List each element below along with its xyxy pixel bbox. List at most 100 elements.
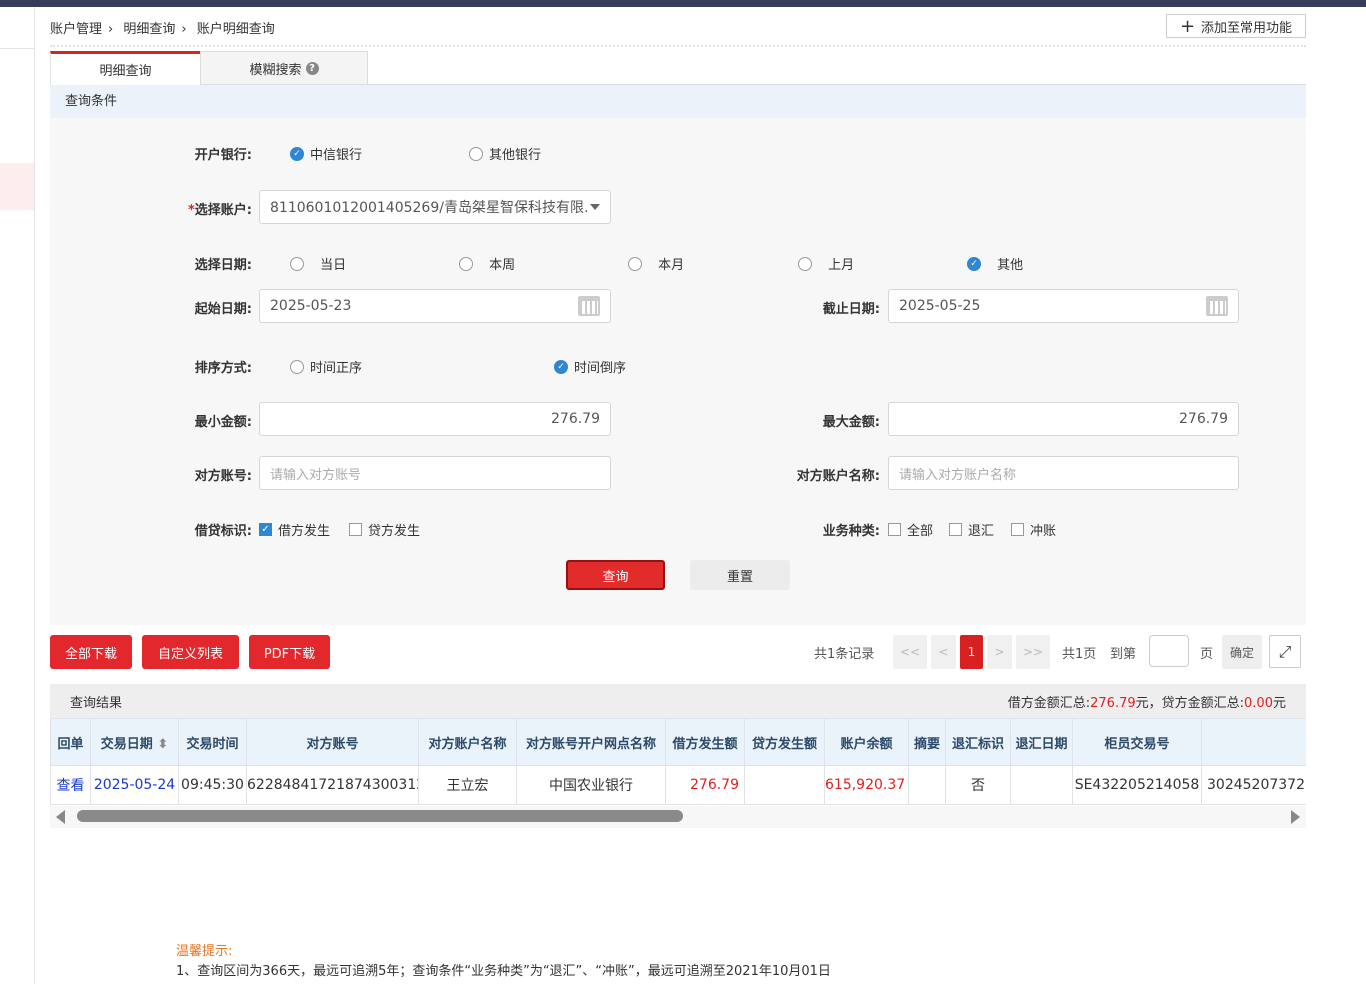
cell-cp-account: 6228484172187430031​2 [246,765,419,805]
cell-date[interactable]: 2025-05-24 [90,765,179,805]
cell-credit [744,765,825,805]
checkbox-debit[interactable]: ✓ 借方发生 [259,520,330,539]
scroll-left-icon [56,810,65,824]
breadcrumb-item[interactable]: 明细查询 [123,22,175,37]
download-all-button[interactable]: 全部下载 [50,635,132,669]
cp-name-label: 对方账户名称: [796,469,880,484]
date-label: 选择日期: [194,258,252,273]
top-bar [0,0,1366,7]
add-favorite-button[interactable]: + 添加至常用功能 [1166,14,1306,38]
sidebar [0,7,35,984]
account-select[interactable]: 8110601012001405269/青岛桀星智保科技有限... [259,190,611,224]
page-count: 共1页 [1062,646,1097,662]
query-button[interactable]: 查询 [566,560,665,590]
bank-label: 开户银行: [194,148,252,163]
start-date-input[interactable]: 2025-05-23 [259,289,611,323]
end-date-label: 截止日期: [822,302,880,317]
end-date-input[interactable]: 2025-05-25 [888,289,1239,323]
page-1-button[interactable]: 1 [960,635,983,669]
col-teller-no: 柜员交易号 [1072,718,1202,766]
dc-label: 借贷标识: [194,524,252,539]
checkbox-refund[interactable]: 退汇 [949,520,994,539]
scroll-right-icon [1291,810,1300,824]
col-extra [1201,718,1306,766]
max-amount-input[interactable]: 276.79 [888,402,1239,436]
goto-page-input[interactable] [1149,635,1189,667]
help-icon[interactable]: ? [305,61,319,75]
col-cp-account: 对方账号 [246,718,419,766]
radio-month[interactable]: 本月 [628,254,684,273]
results-header: 查询结果 借方金额汇总:276.79元，贷方金额汇总:0.00元 [50,684,1306,718]
col-time: 交易时间 [178,718,247,766]
breadcrumb-item[interactable]: 账户管理 [50,22,102,37]
last-page-button[interactable]: >> [1016,635,1050,669]
biz-type-label: 业务种类: [822,524,880,539]
breadcrumb-item: 账户明细查询 [196,22,275,37]
min-amount-input[interactable]: 276.79 [259,402,611,436]
radio-checked-icon: ✓ [290,146,304,161]
sort-label: 排序方式: [194,361,252,376]
goto-confirm-button[interactable]: 确定 [1222,635,1262,669]
col-cp-name: 对方账户名称 [418,718,517,766]
view-receipt-link[interactable]: 查看 [50,765,91,805]
calendar-icon[interactable] [578,296,600,316]
cp-account-input[interactable]: 请输入对方账号 [259,456,611,490]
min-amount-label: 最小金额: [194,415,252,430]
divider [50,45,1306,47]
tips-line: 1、查询区间为366天，最远可追溯5年；查询条件“业务种类”为“退汇”、“冲账”… [176,964,831,979]
cell-refund-date [1010,765,1073,805]
horizontal-scrollbar[interactable] [50,806,1306,828]
radio-week[interactable]: 本周 [459,254,515,273]
fullscreen-icon[interactable]: ⤢ [1269,635,1301,668]
chevron-down-icon [590,204,600,210]
col-debit: 借方发生额 [665,718,745,766]
cell-summary [908,765,946,805]
results-table: 回单 交易日期 ⬍ 交易时间 对方账号 对方账户名称 对方账号开户网点名称 借方… [50,718,1306,805]
radio-other-bank[interactable]: 其他银行 [469,144,541,163]
cell-cp-name: 王立宏 [418,765,517,805]
radio-today[interactable]: 当日 [290,254,346,273]
first-page-button[interactable]: << [893,635,927,669]
checkbox-reversal[interactable]: 冲账 [1011,520,1056,539]
col-refund-date: 退汇日期 [1010,718,1073,766]
tab-detail-query[interactable]: 明细查询 [50,51,200,85]
cell-balance: 615,920.37 [824,765,909,805]
reset-button[interactable]: 重置 [690,560,790,590]
condition-header: 查询条件 [50,85,1306,118]
cell-cp-branch: 中国农业银行 [516,765,666,805]
plus-icon: + [1179,15,1196,37]
checkbox-credit[interactable]: 贷方发生 [349,520,420,539]
col-credit: 贷方发生额 [744,718,825,766]
radio-citic[interactable]: ✓ 中信银行 [290,144,362,163]
col-date[interactable]: 交易日期 ⬍ [90,718,179,766]
radio-last-month[interactable]: 上月 [798,254,854,273]
col-balance: 账户余额 [824,718,909,766]
cp-account-label: 对方账号: [194,469,252,484]
col-receipt: 回单 [50,718,91,766]
next-page-button[interactable]: > [987,635,1012,669]
sort-icon: ⬍ [152,736,169,752]
col-refund-flag: 退汇标识 [945,718,1011,766]
table-row: 查看 2025-05-24 09:45:30 62284841721874300… [50,765,1306,805]
prev-page-button[interactable]: < [931,635,956,669]
checkbox-all[interactable]: 全部 [888,520,933,539]
goto-label: 到第 [1110,646,1137,662]
calendar-icon[interactable] [1206,296,1228,316]
radio-time-desc[interactable]: ✓ 时间倒序 [554,357,626,376]
radio-time-asc[interactable]: 时间正序 [290,357,362,376]
cell-time: 09:45:30 [178,765,247,805]
start-date-label: 起始日期: [194,302,252,317]
breadcrumb: 账户管理 › 明细查询 › 账户明细查询 [50,22,275,37]
radio-other-date[interactable]: ✓ 其他 [967,254,1023,273]
cp-name-input[interactable]: 请输入对方账户名称 [888,456,1239,490]
page-unit: 页 [1200,646,1214,662]
cell-extra: 302452073720 [1201,765,1306,805]
cell-teller-no: SE432205214058 [1072,765,1202,805]
scrollbar-thumb[interactable] [77,810,683,822]
custom-columns-button[interactable]: 自定义列表 [142,635,239,669]
sidebar-active-item[interactable] [0,163,34,210]
pdf-download-button[interactable]: PDF下载 [249,635,330,669]
cell-refund-flag: 否 [945,765,1011,805]
table-header-row: 回单 交易日期 ⬍ 交易时间 对方账号 对方账户名称 对方账号开户网点名称 借方… [50,718,1306,766]
tab-fuzzy-search[interactable]: 模糊搜索? [200,51,368,85]
